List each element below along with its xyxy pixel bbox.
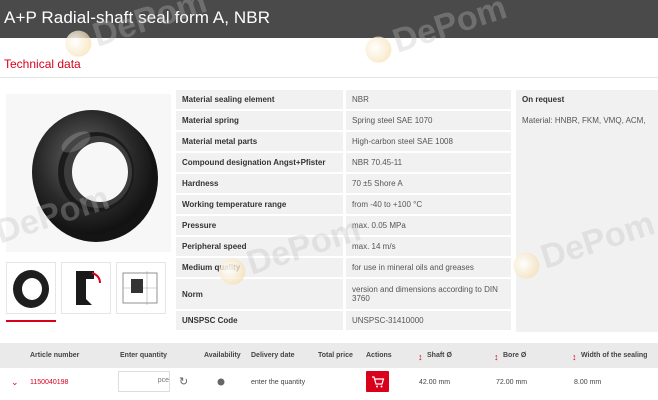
quantity-input[interactable]: [119, 372, 171, 389]
on-request-text: Material: HNBR, FKM, VMQ, ACM,: [522, 116, 646, 125]
order-table-header: Article number Enter quantity Availabili…: [0, 343, 658, 368]
on-request-title: On request: [522, 95, 565, 104]
table-row: Norm version and dimensions according to…: [176, 279, 511, 309]
cart-icon: [372, 376, 385, 388]
on-request-panel: On request Material: HNBR, FKM, VMQ, ACM…: [516, 90, 658, 332]
sort-arrows-icon[interactable]: ↕: [418, 352, 423, 362]
add-to-cart-button[interactable]: [366, 371, 389, 392]
spec-label: Working temperature range: [176, 195, 343, 214]
spec-value: version and dimensions according to DIN …: [343, 279, 511, 309]
availability-dot-icon: [217, 378, 225, 388]
header-shaft[interactable]: Shaft Ø: [427, 352, 452, 359]
seal-photo-icon: [32, 110, 158, 242]
table-row: Medium quality for use in mineral oils a…: [176, 258, 511, 277]
header-total-price: Total price: [318, 352, 353, 359]
spec-label: Peripheral speed: [176, 237, 343, 256]
chevron-down-icon[interactable]: ⌄: [11, 377, 19, 388]
header-article[interactable]: Article number: [30, 352, 79, 359]
header-width[interactable]: Width of the sealing: [581, 352, 647, 359]
spec-value: 70 ±5 Shore A: [343, 174, 511, 193]
page-title: A+P Radial-shaft seal form A, NBR: [4, 8, 271, 27]
spec-label: Material sealing element: [176, 90, 343, 109]
spec-value: max. 14 m/s: [343, 237, 511, 256]
thumbnail-active-indicator: [6, 320, 56, 322]
table-row: Working temperature range from -40 to +1…: [176, 195, 511, 214]
delivery-date-text: enter the quantity: [251, 379, 306, 386]
header-actions: Actions: [366, 352, 392, 359]
quantity-field[interactable]: [118, 371, 171, 392]
watermark-logo-icon: [362, 33, 395, 67]
table-row: ⌄ 1150040198 ↻ enter the quantity 42.00 …: [0, 369, 658, 396]
table-row: Material metal parts High-carbon steel S…: [176, 132, 511, 151]
spec-value: NBR 70.45-11: [343, 153, 511, 172]
spec-label: Compound designation Angst+Pfister: [176, 153, 343, 172]
spec-label: Pressure: [176, 216, 343, 235]
table-row: Peripheral speed max. 14 m/s: [176, 237, 511, 256]
table-row: UNSPSC Code UNSPSC-31410000: [176, 311, 511, 330]
spec-value: High-carbon steel SAE 1008: [343, 132, 511, 151]
sort-arrows-icon[interactable]: ↕: [494, 352, 499, 362]
header-delivery: Delivery date: [251, 352, 295, 359]
thumbnail-section[interactable]: [61, 262, 111, 314]
sealing-width: 8.00 mm: [574, 379, 602, 386]
thumbnail-photo[interactable]: [6, 262, 56, 314]
header-bore[interactable]: Bore Ø: [503, 352, 526, 359]
spec-label: Material metal parts: [176, 132, 343, 151]
spec-label: Material spring: [176, 111, 343, 130]
spec-value: NBR: [343, 90, 511, 109]
spec-value: UNSPSC-31410000: [343, 311, 511, 330]
bore-diameter: 72.00 mm: [496, 379, 528, 386]
shaft-diameter: 42.00 mm: [419, 379, 451, 386]
seal-thumb-icon: [13, 270, 49, 308]
section-title: Technical data: [4, 57, 81, 71]
spec-value: max. 0.05 MPa: [343, 216, 511, 235]
seal-profile-icon: [76, 271, 101, 305]
sort-arrows-icon[interactable]: ↕: [572, 352, 577, 362]
technical-data-table: Material sealing element NBR Material sp…: [176, 88, 511, 332]
spec-value: Spring steel SAE 1070: [343, 111, 511, 130]
spec-value: from -40 to +100 °C: [343, 195, 511, 214]
spec-label: UNSPSC Code: [176, 311, 343, 330]
table-row: Material sealing element NBR: [176, 90, 511, 109]
header-availability: Availability: [204, 352, 241, 359]
thumbnail-drawing[interactable]: [116, 262, 166, 314]
technical-drawing-icon: [122, 271, 158, 305]
table-row: Compound designation Angst+Pfister NBR 7…: [176, 153, 511, 172]
spec-label: Norm: [176, 279, 343, 309]
table-row: Hardness 70 ±5 Shore A: [176, 174, 511, 193]
refresh-icon[interactable]: ↻: [179, 375, 188, 388]
article-number-link[interactable]: 1150040198: [30, 379, 68, 386]
page-header: A+P Radial-shaft seal form A, NBR: [0, 0, 658, 38]
spec-label: Medium quality: [176, 258, 343, 277]
spec-label: Hardness: [176, 174, 343, 193]
spec-value: for use in mineral oils and greases: [343, 258, 511, 277]
order-table: Article number Enter quantity Availabili…: [0, 338, 658, 400]
product-image[interactable]: [6, 94, 171, 252]
table-row: Pressure max. 0.05 MPa: [176, 216, 511, 235]
header-quantity: Enter quantity: [120, 352, 168, 359]
table-row: Material spring Spring steel SAE 1070: [176, 111, 511, 130]
section-divider: [0, 77, 658, 78]
